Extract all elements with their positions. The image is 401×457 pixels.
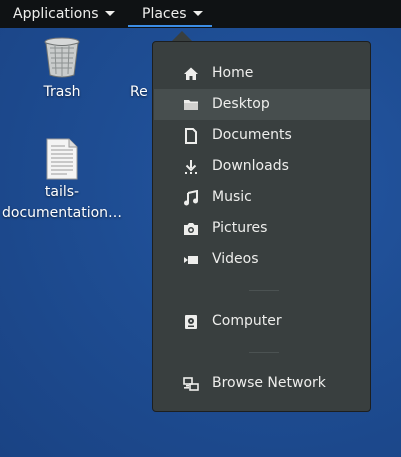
places-active-indicator [128, 25, 212, 27]
menu-item-desktop[interactable]: Desktop [154, 89, 370, 120]
menu-item-music[interactable]: Music [154, 182, 370, 213]
menu-item-label: Pictures [212, 220, 268, 236]
menu-item-label: Music [212, 189, 252, 205]
menu-item-videos[interactable]: Videos [154, 244, 370, 275]
menu-item-label: Documents [212, 127, 292, 143]
trash-label: Trash [43, 84, 81, 100]
document-icon [185, 128, 197, 144]
menu-item-label: Home [212, 65, 254, 81]
chevron-down-icon [192, 10, 203, 16]
network-icon [183, 377, 199, 391]
video-icon [184, 256, 198, 264]
applications-label: Applications [13, 6, 99, 22]
menu-item-pictures[interactable]: Pictures [154, 213, 370, 244]
text-document-icon [46, 138, 78, 180]
menu-item-browse-network[interactable]: Browse Network [154, 368, 370, 399]
document-desktop-icon[interactable]: tails- documentation… [2, 138, 122, 224]
menu-item-label: Computer [212, 313, 282, 329]
menu-item-downloads[interactable]: Downloads [154, 151, 370, 182]
menu-separator [249, 352, 279, 353]
menu-item-label: Desktop [212, 96, 270, 112]
places-menu-button[interactable]: Places [140, 0, 205, 28]
home-icon [184, 67, 198, 80]
trash-desktop-icon[interactable]: Trash [22, 36, 102, 103]
menu-item-label: Videos [212, 251, 259, 267]
menu-item-home[interactable]: Home [154, 58, 370, 89]
trash-icon [44, 37, 80, 78]
places-label: Places [142, 6, 187, 22]
document-label-line1: tails- [44, 184, 80, 200]
menu-item-documents[interactable]: Documents [154, 120, 370, 151]
computer-icon [185, 315, 197, 329]
folder-icon [184, 100, 198, 110]
menu-item-label: Browse Network [212, 375, 326, 391]
applications-menu-button[interactable]: Applications [11, 0, 117, 28]
download-icon [185, 160, 197, 174]
menu-item-label: Downloads [212, 158, 289, 174]
chevron-down-icon [104, 10, 115, 16]
music-icon [184, 190, 198, 206]
places-popup-menu: Home Desktop Documents Downloads Music P… [152, 41, 371, 412]
menu-separator [249, 290, 279, 291]
document-label-line2: documentation… [2, 205, 123, 221]
top-bar: Applications Places [0, 0, 401, 28]
camera-icon [184, 223, 198, 235]
menu-item-computer[interactable]: Computer [154, 306, 370, 337]
